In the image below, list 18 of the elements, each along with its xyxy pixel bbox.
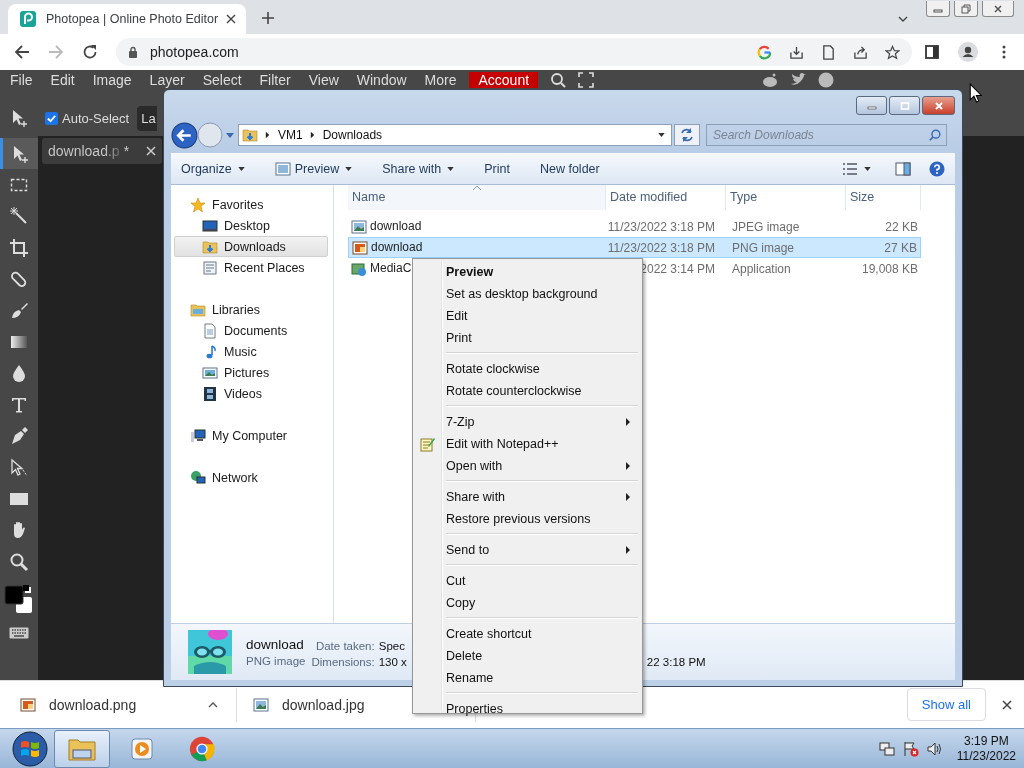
table-cell: 11/23/2022 3:18 PM	[606, 237, 726, 258]
table-cell-text: 19,008 KB	[860, 261, 919, 278]
date-text: 11/23/2022	[956, 748, 1016, 764]
table-cell: 27 KB	[846, 237, 921, 258]
detail-value: 22 3:18 PM	[646, 656, 706, 668]
detail-label: Dimensions:	[311, 656, 375, 668]
file-type: PNG image	[246, 655, 306, 667]
table-cell-text: Application	[731, 261, 792, 278]
table-cell-text: 11/23/2022 3:18 PM	[606, 219, 716, 236]
table-cell: PNG image	[726, 237, 846, 258]
file-name: download	[246, 637, 305, 652]
detail-value: Spec	[378, 640, 406, 652]
detail-label: Date taken:	[314, 640, 375, 652]
detail-value: 130 x	[378, 656, 407, 668]
table-cell-text: 22 KB	[884, 219, 919, 236]
table-cell-text: JPEG image	[731, 219, 801, 236]
time-text: 3:19 PM	[964, 733, 1009, 749]
checkbox-label: Auto-Select	[62, 110, 130, 126]
